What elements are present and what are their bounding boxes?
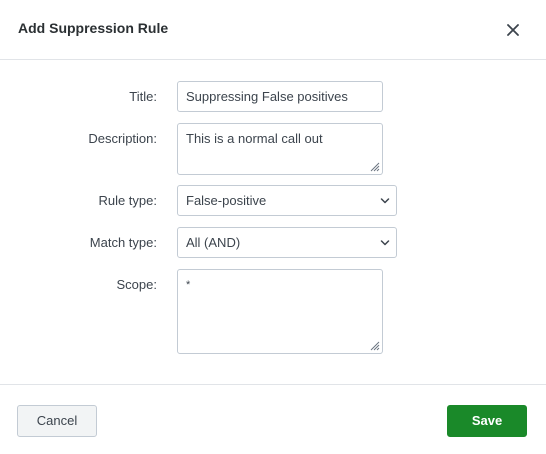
footer-divider bbox=[0, 384, 546, 385]
rule-type-select[interactable]: False-positive bbox=[177, 185, 397, 216]
add-suppression-rule-dialog: Add Suppression Rule Title: Suppressing … bbox=[0, 0, 546, 454]
scope-text: * bbox=[186, 279, 191, 291]
cancel-button[interactable]: Cancel bbox=[17, 405, 97, 437]
resize-handle-icon[interactable] bbox=[368, 339, 380, 351]
match-type-label: Match type: bbox=[89, 235, 157, 250]
match-type-value: All (AND) bbox=[186, 235, 241, 250]
description-label: Description: bbox=[88, 131, 157, 146]
resize-handle-icon[interactable] bbox=[368, 160, 380, 172]
rule-type-label: Rule type: bbox=[98, 193, 157, 208]
save-button[interactable]: Save bbox=[447, 405, 527, 437]
rule-type-value: False-positive bbox=[186, 193, 267, 208]
match-type-select[interactable]: All (AND) bbox=[177, 227, 397, 258]
scope-label: Scope: bbox=[116, 277, 157, 292]
dialog-header: Add Suppression Rule bbox=[0, 0, 546, 60]
scope-textarea[interactable]: * bbox=[177, 269, 383, 354]
title-label: Title: bbox=[129, 89, 157, 104]
dialog-title: Add Suppression Rule bbox=[18, 20, 169, 36]
close-icon[interactable] bbox=[503, 20, 523, 40]
chevron-down-icon bbox=[380, 240, 390, 246]
title-input[interactable]: Suppressing False positives bbox=[177, 81, 383, 112]
chevron-down-icon bbox=[380, 198, 390, 204]
description-text: This is a normal call out bbox=[186, 131, 323, 146]
description-textarea[interactable]: This is a normal call out bbox=[177, 123, 383, 175]
